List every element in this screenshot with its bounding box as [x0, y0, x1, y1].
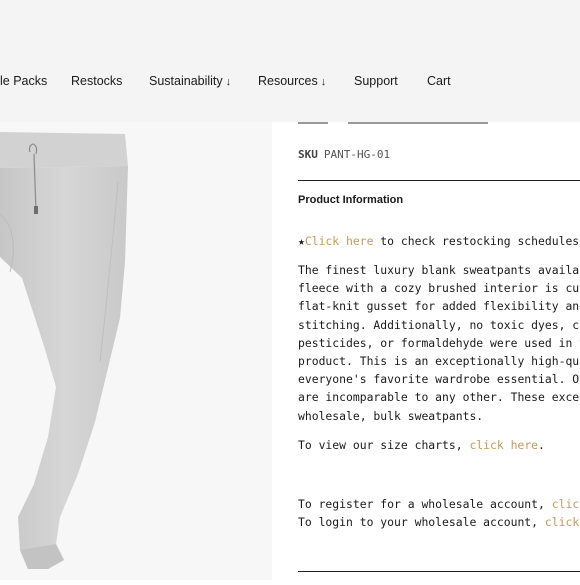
nav-label: Sustainability [149, 74, 223, 88]
restock-text: to check restocking schedules★ [373, 234, 580, 248]
size-selector-underline [298, 122, 488, 124]
star-icon: ★ [298, 234, 305, 248]
main-nav: le Packs Restocks Sustainability ↓ Resour… [0, 74, 580, 90]
waistband [0, 132, 128, 168]
restock-notice: ★Click here to check restocking schedule… [298, 232, 580, 250]
nav-item-restocks[interactable]: Restocks [71, 74, 122, 88]
nav-label: Cart [427, 74, 451, 88]
description-line: are incomparable to any other. These exc… [298, 390, 580, 405]
nav-label: le Packs [0, 74, 48, 88]
description-line: stitching. Additionally, no toxic dyes, … [298, 317, 580, 332]
pant-leg [0, 166, 128, 569]
wholesale-register-line: To register for a wholesale account, cli… [298, 495, 580, 513]
nav-item-bundle-packs[interactable]: le Packs [0, 74, 47, 88]
nav-item-sustainability[interactable]: Sustainability ↓ [149, 74, 231, 88]
top-navigation-bar: le Packs Restocks Sustainability ↓ Resour… [0, 0, 580, 122]
sweatpants-product-image[interactable] [0, 122, 272, 580]
wholesale-login-line: To login to your wholesale account, clic… [298, 513, 579, 531]
wholesale-login-text: To login to your wholesale account, [298, 515, 545, 529]
nav-item-cart[interactable]: Cart [427, 74, 451, 88]
divider [298, 571, 580, 572]
product-image-panel [0, 122, 272, 580]
chevron-down-icon: ↓ [225, 76, 232, 88]
description-line: wholesale, bulk sweatpants. [298, 408, 484, 423]
wholesale-register-text: To register for a wholesale account, [298, 497, 552, 511]
product-details: SKU PANT-HG-01 Product Information ★Click… [272, 122, 580, 580]
divider [298, 180, 580, 181]
wholesale-login-link[interactable]: click [545, 515, 579, 529]
nav-label: Support [354, 74, 398, 88]
nav-label: Resources [258, 74, 318, 88]
description-line: pesticides, or formaldehyde were used in… [298, 335, 580, 350]
product-information-heading: Product Information [298, 194, 404, 206]
description-line: The finest luxury blank sweatpants avail… [298, 263, 580, 277]
size-chart-text: To view our size charts, [298, 438, 470, 452]
sku-label: SKU [298, 148, 318, 161]
description-line: everyone's favorite wardrobe essential. … [298, 372, 580, 387]
nav-label: Restocks [71, 74, 123, 88]
sku-value: PANT-HG-01 [323, 148, 391, 161]
wholesale-register-link[interactable]: click [552, 497, 580, 511]
nav-item-resources[interactable]: Resources ↓ [258, 74, 326, 88]
sku-row: SKU PANT-HG-01 [298, 148, 390, 161]
size-chart-period: . [538, 438, 545, 452]
description-line: product. This is an exceptionally high-q… [298, 354, 580, 368]
chevron-down-icon: ↓ [320, 76, 327, 88]
size-chart-link[interactable]: click here [469, 438, 538, 452]
size-chart-line: To view our size charts, click here. [298, 436, 545, 454]
restock-link[interactable]: Click here [305, 234, 374, 248]
description-line: flat-knit gusset for added flexibility a… [298, 299, 580, 314]
nav-item-support[interactable]: Support [354, 74, 398, 88]
description-line: fleece with a cozy brushed interior is c… [298, 281, 580, 296]
